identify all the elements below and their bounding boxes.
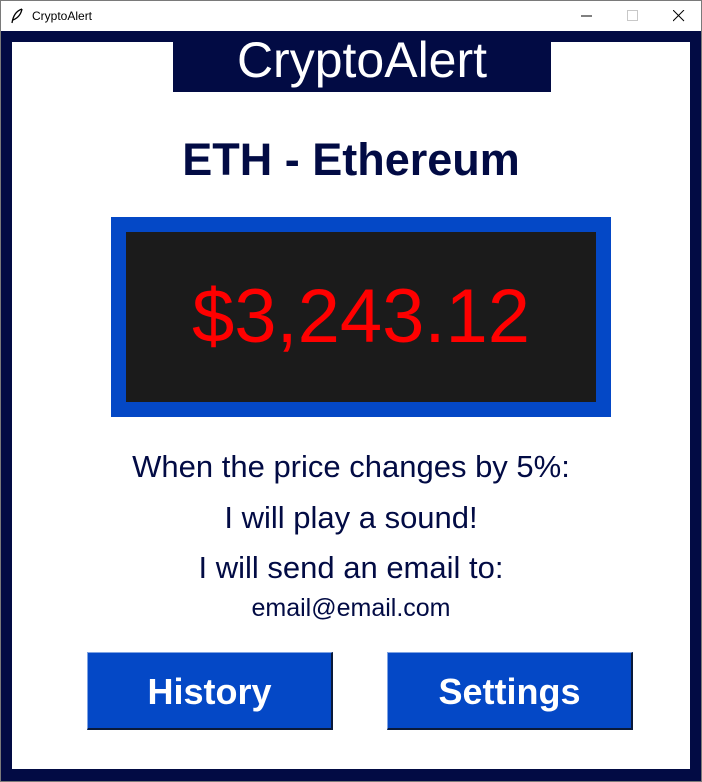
alert-email-address: email@email.com	[251, 594, 451, 622]
alert-threshold-text: When the price changes by 5%:	[132, 449, 570, 484]
app-window: CryptoAlert CryptoAlert ETH - Ethereum $…	[0, 0, 702, 782]
main-panel: CryptoAlert ETH - Ethereum $3,243.12 Whe…	[12, 31, 690, 769]
window-title: CryptoAlert	[32, 9, 93, 23]
title-bar[interactable]: CryptoAlert	[1, 1, 701, 31]
maximize-button[interactable]	[610, 1, 656, 31]
app-banner: CryptoAlert	[173, 31, 551, 92]
coin-name: ETH - Ethereum	[182, 134, 520, 185]
price-value: $3,243.12	[191, 274, 531, 359]
close-button[interactable]	[656, 1, 702, 31]
close-icon	[673, 10, 685, 22]
app-frame: CryptoAlert ETH - Ethereum $3,243.12 Whe…	[1, 31, 701, 781]
alert-sound-text: I will play a sound!	[224, 500, 478, 535]
maximize-icon	[627, 10, 638, 21]
settings-button[interactable]: Settings	[387, 652, 633, 730]
alert-email-text: I will send an email to:	[198, 550, 504, 585]
minimize-button[interactable]	[564, 1, 610, 31]
history-button[interactable]: History	[87, 652, 333, 730]
price-display: $3,243.12	[111, 217, 611, 417]
minimize-icon	[581, 15, 592, 17]
feather-icon	[10, 8, 24, 24]
